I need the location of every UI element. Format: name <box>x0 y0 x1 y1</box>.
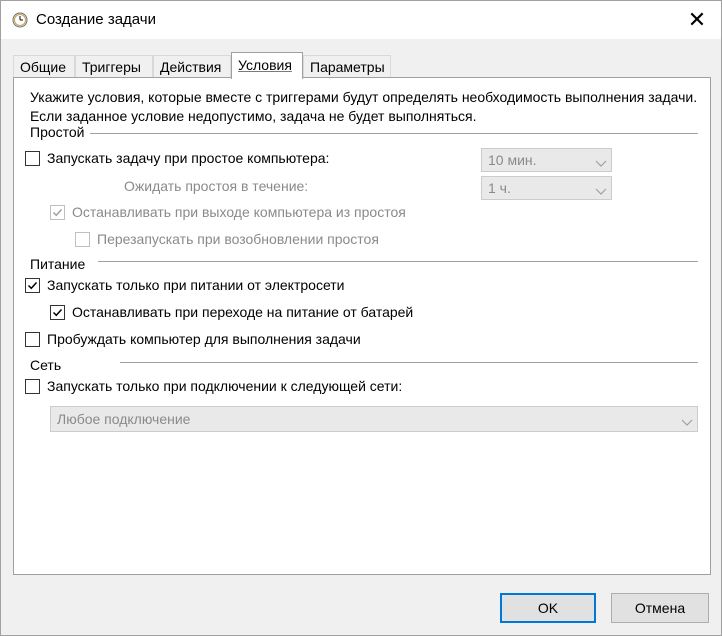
start-on-idle-row[interactable]: Запускать задачу при простое компьютера: <box>25 150 329 166</box>
wait-idle-row: Ожидать простоя в течение: <box>124 178 308 194</box>
power-section-title: Питание <box>30 256 90 272</box>
check-icon <box>52 208 63 216</box>
close-button[interactable]: ✕ <box>677 5 717 35</box>
stop-on-idle-end-row[interactable]: Останавливать при выходе компьютера из п… <box>50 204 406 220</box>
ac-only-row[interactable]: Запускать только при питании от электрос… <box>25 277 345 293</box>
start-on-idle-label: Запускать задачу при простое компьютера: <box>47 150 330 166</box>
network-only-row[interactable]: Запускать только при подключении к следу… <box>25 378 402 394</box>
chevron-down-icon <box>681 414 693 426</box>
tab-conditions[interactable]: Условия <box>231 52 303 79</box>
tab-conditions-label: Условия <box>238 57 292 73</box>
tab-settings-label: Параметры <box>310 59 385 75</box>
wait-idle-label: Ожидать простоя в течение: <box>124 178 309 194</box>
check-icon <box>52 308 63 316</box>
wait-idle-value: 1 ч. <box>488 180 511 196</box>
idle-section-title: Простой <box>30 124 89 140</box>
network-only-checkbox[interactable] <box>25 378 40 394</box>
chevron-down-icon <box>595 155 607 167</box>
conditions-description: Укажите условия, которые вместе с тригге… <box>30 89 698 124</box>
tab-triggers[interactable]: Триггеры <box>75 55 153 78</box>
network-section-title: Сеть <box>30 357 66 373</box>
cancel-button[interactable]: Отмена <box>611 593 709 623</box>
network-select[interactable]: Любое подключение <box>50 406 698 432</box>
tab-settings[interactable]: Параметры <box>303 55 391 78</box>
wait-idle-select[interactable]: 1 ч. <box>481 176 612 200</box>
tab-triggers-label: Триггеры <box>82 59 141 75</box>
chevron-down-icon <box>595 183 607 195</box>
ok-button[interactable]: OK <box>500 593 596 623</box>
wake-to-run-label: Пробуждать компьютер для выполнения зада… <box>47 331 361 347</box>
ac-only-label: Запускать только при питании от электрос… <box>47 277 345 293</box>
stop-on-idle-end-checkbox[interactable] <box>50 204 65 220</box>
network-only-label: Запускать только при подключении к следу… <box>47 378 403 394</box>
conditions-panel: Укажите условия, которые вместе с тригге… <box>13 77 711 575</box>
wake-to-run-row[interactable]: Пробуждать компьютер для выполнения зада… <box>25 331 361 347</box>
idle-section-divider <box>90 133 698 134</box>
tab-actions-label: Действия <box>160 59 222 75</box>
ac-only-checkbox[interactable] <box>25 277 40 293</box>
start-on-idle-checkbox[interactable] <box>25 150 40 166</box>
title-bar: Создание задачи ✕ <box>1 1 721 39</box>
stop-on-battery-label: Останавливать при переходе на питание от… <box>72 304 414 320</box>
restart-on-idle-row[interactable]: Перезапускать при возобновлении простоя <box>75 231 379 247</box>
network-section-divider <box>120 362 698 363</box>
close-icon: ✕ <box>687 7 707 32</box>
window-title: Создание задачи <box>36 11 156 28</box>
tab-general-label: Общие <box>20 59 67 75</box>
tab-actions[interactable]: Действия <box>153 55 231 78</box>
network-select-value: Любое подключение <box>57 411 191 427</box>
task-dialog-window: Создание задачи ✕ Общие Триггеры Действи… <box>0 0 722 636</box>
power-section-divider <box>98 261 698 262</box>
stop-on-battery-row[interactable]: Останавливать при переходе на питание от… <box>50 304 413 320</box>
cancel-button-label: Отмена <box>634 600 686 616</box>
task-scheduler-clock-icon <box>12 12 28 28</box>
idle-duration-select[interactable]: 10 мин. <box>481 148 612 172</box>
stop-on-idle-end-label: Останавливать при выходе компьютера из п… <box>72 204 406 220</box>
check-icon <box>27 281 38 289</box>
stop-on-battery-checkbox[interactable] <box>50 304 65 320</box>
ok-button-label: OK <box>537 600 559 616</box>
restart-on-idle-checkbox[interactable] <box>75 231 90 247</box>
restart-on-idle-label: Перезапускать при возобновлении простоя <box>97 231 379 247</box>
tab-general[interactable]: Общие <box>13 55 75 78</box>
wake-to-run-checkbox[interactable] <box>25 331 40 347</box>
idle-duration-value: 10 мин. <box>488 152 537 168</box>
